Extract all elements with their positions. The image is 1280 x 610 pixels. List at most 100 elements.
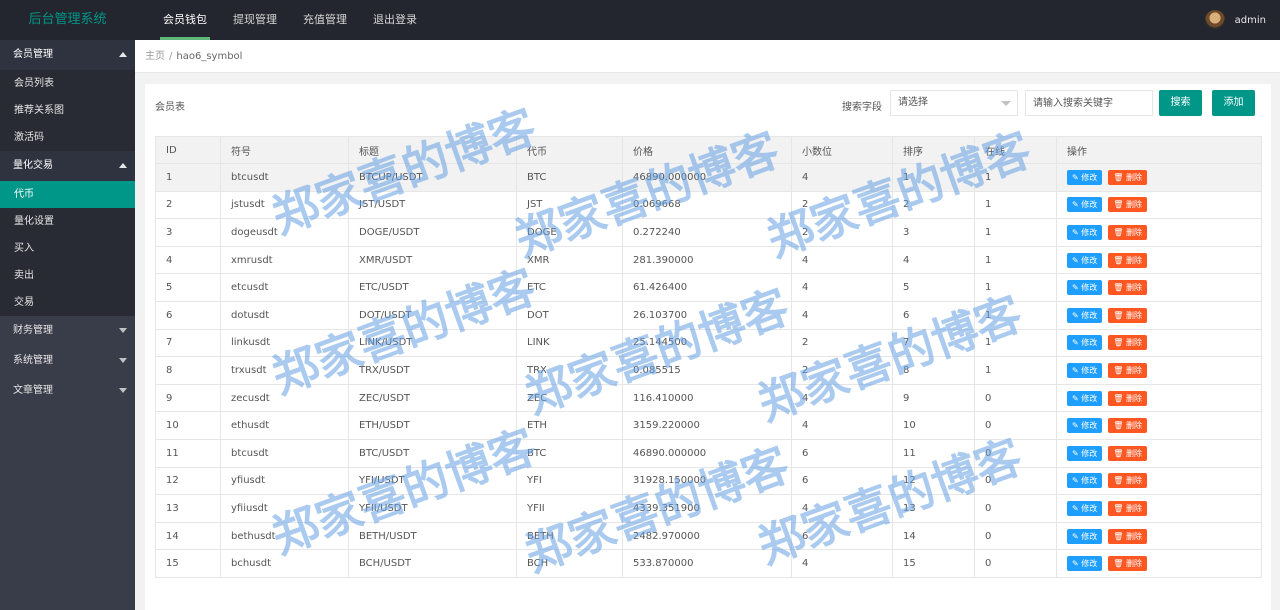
cell-id: 12 [155, 466, 221, 496]
breadcrumb-home[interactable]: 主页 [145, 51, 165, 62]
delete-button[interactable]: 🗑 删除 [1108, 418, 1147, 434]
column-header-id[interactable]: ID [155, 136, 221, 164]
edit-button[interactable]: ✎ 修改 [1067, 197, 1103, 213]
pencil-icon: ✎ [1072, 365, 1079, 375]
sidebar-item-member-list[interactable]: 会员列表 [0, 70, 135, 97]
sidebar-item-trade[interactable]: 交易 [0, 289, 135, 316]
delete-label: 删除 [1125, 200, 1142, 210]
keyword-input[interactable] [1025, 90, 1153, 116]
sidebar-item-token[interactable]: 代币 [0, 181, 135, 208]
chevron-down-icon [1001, 101, 1011, 106]
edit-label: 修改 [1081, 421, 1098, 431]
column-header-token[interactable]: 代币 [516, 136, 623, 164]
cell-id: 10 [155, 411, 221, 440]
cell-online: 0 [974, 549, 1057, 578]
delete-button[interactable]: 🗑 删除 [1108, 528, 1147, 544]
edit-button[interactable]: ✎ 修改 [1067, 390, 1103, 406]
top-nav-withdraw[interactable]: 提现管理 [220, 0, 290, 40]
search-button[interactable]: 搜索 [1159, 90, 1202, 116]
delete-button[interactable]: 🗑 删除 [1108, 224, 1147, 240]
sidebar-item-activation-code[interactable]: 激活码 [0, 124, 135, 151]
cell-sort: 10 [892, 411, 975, 440]
table-row[interactable]: 2 jstusdt JST/USDT JST 0.069668 2 2 1 ✎ 修改 🗑 删除 [155, 190, 1262, 220]
cell-symbol: yfiusdt [220, 466, 349, 496]
edit-button[interactable]: ✎ 修改 [1067, 473, 1103, 489]
top-nav-logout[interactable]: 退出登录 [360, 0, 430, 40]
avatar[interactable] [1204, 10, 1225, 30]
cell-sort: 8 [892, 356, 975, 385]
top-nav-wallet[interactable]: 会员钱包 [150, 0, 220, 40]
search-field-select[interactable]: 请选择 [890, 90, 1018, 116]
cell-actions: ✎ 修改 🗑 删除 [1056, 190, 1262, 220]
edit-button[interactable]: ✎ 修改 [1067, 252, 1103, 268]
table-panel: 会员表 搜索字段 请选择 搜索 添加 ID 符号 标题 代币 价格 小数位 排序 [145, 84, 1271, 610]
column-header-price[interactable]: 价格 [622, 136, 792, 164]
edit-button[interactable]: ✎ 修改 [1067, 335, 1103, 351]
table-row[interactable]: 1 btcusdt BTCUP/USDT BTC 46890.000000 4 1 1 ✎ 修改… [155, 163, 1262, 192]
edit-button[interactable]: ✎ 修改 [1067, 556, 1103, 572]
cell-actions: ✎ 修改 🗑 删除 [1056, 218, 1262, 247]
delete-button[interactable]: 🗑 删除 [1108, 473, 1147, 489]
sidebar-group-label: 会员管理 [13, 49, 53, 60]
edit-button[interactable]: ✎ 修改 [1067, 362, 1103, 378]
sidebar-item-quant-settings[interactable]: 量化设置 [0, 208, 135, 235]
table-row[interactable]: 4 xmrusdt XMR/USDT XMR 281.390000 4 4 1 ✎ 修改 🗑 删除 [155, 245, 1262, 275]
delete-button[interactable]: 🗑 删除 [1108, 445, 1147, 461]
delete-button[interactable]: 🗑 删除 [1108, 556, 1147, 572]
edit-button[interactable]: ✎ 修改 [1067, 307, 1103, 323]
sidebar-group-articles[interactable]: 文章管理 [0, 376, 135, 406]
column-header-sort[interactable]: 排序 [892, 136, 975, 164]
breadcrumb-current: hao6_symbol [176, 51, 243, 62]
sidebar-item-buy[interactable]: 买入 [0, 235, 135, 262]
edit-button[interactable]: ✎ 修改 [1067, 528, 1103, 544]
table-row[interactable]: 12 yfiusdt YFI/USDT YFI 31928.150000 6 12 0 ✎ 修改… [155, 466, 1262, 496]
table-row[interactable]: 6 dotusdt DOT/USDT DOT 26.103700 4 6 1 ✎ 修改 🗑 删除 [155, 300, 1262, 330]
delete-button[interactable]: 🗑 删除 [1108, 335, 1147, 351]
delete-button[interactable]: 🗑 删除 [1108, 252, 1147, 268]
table-row[interactable]: 3 dogeusdt DOGE/USDT DOGE 0.272240 2 3 1 ✎ 修改 🗑 删… [155, 218, 1262, 247]
table-row[interactable]: 9 zecusdt ZEC/USDT ZEC 116.410000 4 9 0 ✎ 修改 🗑 删除 [155, 383, 1262, 413]
delete-button[interactable]: 🗑 删除 [1108, 307, 1147, 323]
sidebar-group-quant[interactable]: 量化交易 [0, 151, 135, 181]
sidebar-item-sell[interactable]: 卖出 [0, 262, 135, 289]
sidebar-group-finance[interactable]: 财务管理 [0, 316, 135, 346]
user-menu[interactable]: admin [1204, 0, 1266, 40]
cell-title: XMR/USDT [348, 245, 517, 275]
cell-actions: ✎ 修改 🗑 删除 [1056, 245, 1262, 275]
edit-button[interactable]: ✎ 修改 [1067, 500, 1103, 516]
table-row[interactable]: 8 trxusdt TRX/USDT TRX 0.085515 2 8 1 ✎ 修改 🗑 删除 [155, 356, 1262, 385]
table-row[interactable]: 15 bchusdt BCH/USDT BCH 533.870000 4 15 0 ✎ 修改 🗑 … [155, 549, 1262, 578]
cell-sort: 3 [892, 218, 975, 247]
column-header-decimals[interactable]: 小数位 [791, 136, 893, 164]
cell-title: BTC/USDT [348, 438, 517, 468]
sidebar-group-system[interactable]: 系统管理 [0, 346, 135, 376]
delete-button[interactable]: 🗑 删除 [1108, 169, 1147, 185]
table-row[interactable]: 5 etcusdt ETC/USDT ETC 61.426400 4 5 1 ✎ 修改 🗑 删除 [155, 273, 1262, 302]
user-name[interactable]: admin [1235, 15, 1266, 26]
delete-button[interactable]: 🗑 删除 [1108, 197, 1147, 213]
sidebar-item-referral-tree[interactable]: 推荐关系图 [0, 97, 135, 124]
sidebar-group-members[interactable]: 会员管理 [0, 40, 135, 70]
table-row[interactable]: 10 ethusdt ETH/USDT ETH 3159.220000 4 10 0 ✎ 修改 🗑… [155, 411, 1262, 440]
edit-button[interactable]: ✎ 修改 [1067, 224, 1103, 240]
delete-button[interactable]: 🗑 删除 [1108, 390, 1147, 406]
trash-icon: 🗑 [1113, 503, 1124, 513]
delete-button[interactable]: 🗑 删除 [1108, 362, 1147, 378]
delete-button[interactable]: 🗑 删除 [1108, 500, 1147, 516]
edit-button[interactable]: ✎ 修改 [1067, 280, 1103, 296]
column-header-title[interactable]: 标题 [348, 136, 517, 164]
column-header-symbol[interactable]: 符号 [220, 136, 349, 164]
delete-button[interactable]: 🗑 删除 [1108, 280, 1147, 296]
table-row[interactable]: 14 bethusdt BETH/USDT BETH 2482.970000 6 14 0 ✎ … [155, 521, 1262, 551]
table-row[interactable]: 11 btcusdt BTC/USDT BTC 46890.000000 6 11 0 ✎ 修改… [155, 438, 1262, 468]
cell-price: 281.390000 [622, 245, 792, 275]
edit-button[interactable]: ✎ 修改 [1067, 445, 1103, 461]
column-header-online[interactable]: 在线 [974, 136, 1057, 164]
table-row[interactable]: 13 yfiiusdt YFII/USDT YFII 4339.351900 4 13 0 ✎ … [155, 494, 1262, 523]
edit-button[interactable]: ✎ 修改 [1067, 418, 1103, 434]
top-nav-recharge[interactable]: 充值管理 [290, 0, 360, 40]
table-row[interactable]: 7 linkusdt LINK/USDT LINK 25.144500 2 7 1 ✎ 修改 🗑 … [155, 328, 1262, 358]
add-button[interactable]: 添加 [1212, 90, 1255, 116]
edit-button[interactable]: ✎ 修改 [1067, 169, 1103, 185]
trash-icon: 🗑 [1113, 338, 1124, 348]
